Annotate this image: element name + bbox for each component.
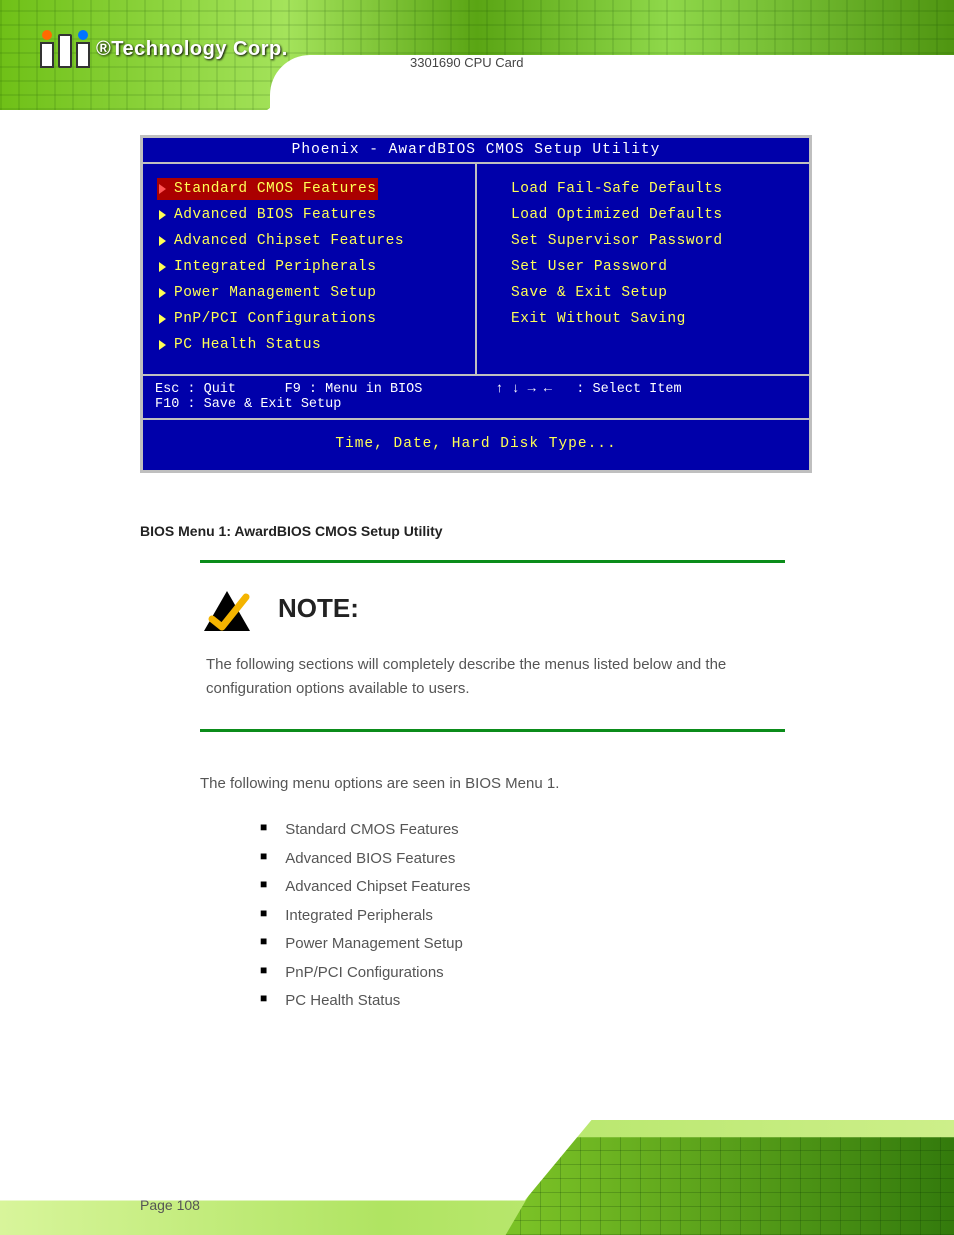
bios-context-hint: Time, Date, Hard Disk Type...: [143, 420, 809, 470]
bios-item-label: Exit Without Saving: [511, 311, 686, 327]
bios-item-power-mgmt[interactable]: Power Management Setup: [157, 282, 467, 304]
list-item: ■Advanced BIOS Features: [260, 845, 470, 874]
note-icon: [202, 589, 252, 633]
bios-item-label: Advanced Chipset Features: [174, 233, 404, 249]
list-item: ■Advanced Chipset Features: [260, 873, 470, 902]
bullet-icon: ■: [260, 873, 267, 902]
bios-item-label: Power Management Setup: [174, 285, 376, 301]
brand-logo: ®Technology Corp.: [40, 30, 288, 68]
bios-window-title: Phoenix - AwardBIOS CMOS Setup Utility: [143, 138, 809, 162]
arrow-right-icon: [159, 184, 166, 194]
bullet-icon: ■: [260, 959, 267, 988]
header-white-curve: [270, 55, 954, 110]
arrow-right-icon: [159, 314, 166, 324]
bios-item-label: Standard CMOS Features: [174, 181, 376, 197]
bios-help-bar: Esc : Quit F9 : Menu in BIOS ↑ ↓ → ← : S…: [143, 376, 809, 420]
bios-item-standard-cmos[interactable]: Standard CMOS Features: [157, 178, 378, 200]
list-item: ■Integrated Peripherals: [260, 902, 470, 931]
bios-screenshot: Phoenix - AwardBIOS CMOS Setup Utility S…: [140, 135, 812, 473]
list-item: ■Standard CMOS Features: [260, 816, 470, 845]
menu-list: ■Standard CMOS Features ■Advanced BIOS F…: [260, 816, 470, 1016]
page-footer-decor: [0, 1120, 954, 1235]
list-item: ■PnP/PCI Configurations: [260, 959, 470, 988]
bios-item-label: Load Optimized Defaults: [511, 207, 723, 223]
logo-icon: [40, 30, 90, 68]
bios-item-supervisor-pwd[interactable]: Set Supervisor Password: [491, 230, 801, 252]
bios-item-load-failsafe[interactable]: Load Fail-Safe Defaults: [491, 178, 801, 200]
bios-item-label: Integrated Peripherals: [174, 259, 376, 275]
list-item: ■PC Health Status: [260, 987, 470, 1016]
figure-caption: BIOS Menu 1: AwardBIOS CMOS Setup Utilit…: [140, 523, 443, 539]
arrow-right-icon: [159, 236, 166, 246]
bullet-icon: ■: [260, 902, 267, 931]
footer-pcb-pattern: [0, 1120, 954, 1235]
bios-left-column: Standard CMOS Features Advanced BIOS Fea…: [143, 164, 477, 374]
arrow-right-icon: [159, 288, 166, 298]
bios-right-column: Load Fail-Safe Defaults Load Optimized D…: [477, 164, 809, 374]
body-paragraph: The following menu options are seen in B…: [200, 775, 785, 792]
brand-text: ®Technology Corp.: [96, 38, 288, 61]
bios-item-label: Set User Password: [511, 259, 667, 275]
bullet-icon: ■: [260, 987, 267, 1016]
bios-item-load-optimized[interactable]: Load Optimized Defaults: [491, 204, 801, 226]
arrow-right-icon: [159, 340, 166, 350]
bullet-icon: ■: [260, 816, 267, 845]
bios-item-label: Advanced BIOS Features: [174, 207, 376, 223]
arrow-right-icon: [159, 262, 166, 272]
bios-item-pc-health[interactable]: PC Health Status: [157, 334, 467, 356]
note-body: The following sections will completely d…: [200, 653, 785, 729]
bios-item-advanced-bios[interactable]: Advanced BIOS Features: [157, 204, 467, 226]
document-title: 3301690 CPU Card: [410, 55, 523, 70]
bullet-icon: ■: [260, 930, 267, 959]
bios-item-label: PnP/PCI Configurations: [174, 311, 376, 327]
bios-item-pnp-pci[interactable]: PnP/PCI Configurations: [157, 308, 467, 330]
bios-item-label: Save & Exit Setup: [511, 285, 667, 301]
bios-item-integrated-peripherals[interactable]: Integrated Peripherals: [157, 256, 467, 278]
bullet-icon: ■: [260, 845, 267, 874]
bios-item-advanced-chipset[interactable]: Advanced Chipset Features: [157, 230, 467, 252]
bios-menu-body: Standard CMOS Features Advanced BIOS Fea…: [143, 162, 809, 376]
bios-item-label: Set Supervisor Password: [511, 233, 723, 249]
bios-item-label: Load Fail-Safe Defaults: [511, 181, 723, 197]
bios-item-save-exit[interactable]: Save & Exit Setup: [491, 282, 801, 304]
note-callout: NOTE: The following sections will comple…: [200, 560, 785, 732]
bios-item-user-pwd[interactable]: Set User Password: [491, 256, 801, 278]
list-item: ■Power Management Setup: [260, 930, 470, 959]
arrow-right-icon: [159, 210, 166, 220]
bios-item-label: PC Health Status: [174, 337, 321, 353]
bios-item-exit-no-save[interactable]: Exit Without Saving: [491, 308, 801, 330]
page-number: Page 108: [140, 1197, 200, 1213]
note-heading: NOTE:: [278, 593, 359, 624]
